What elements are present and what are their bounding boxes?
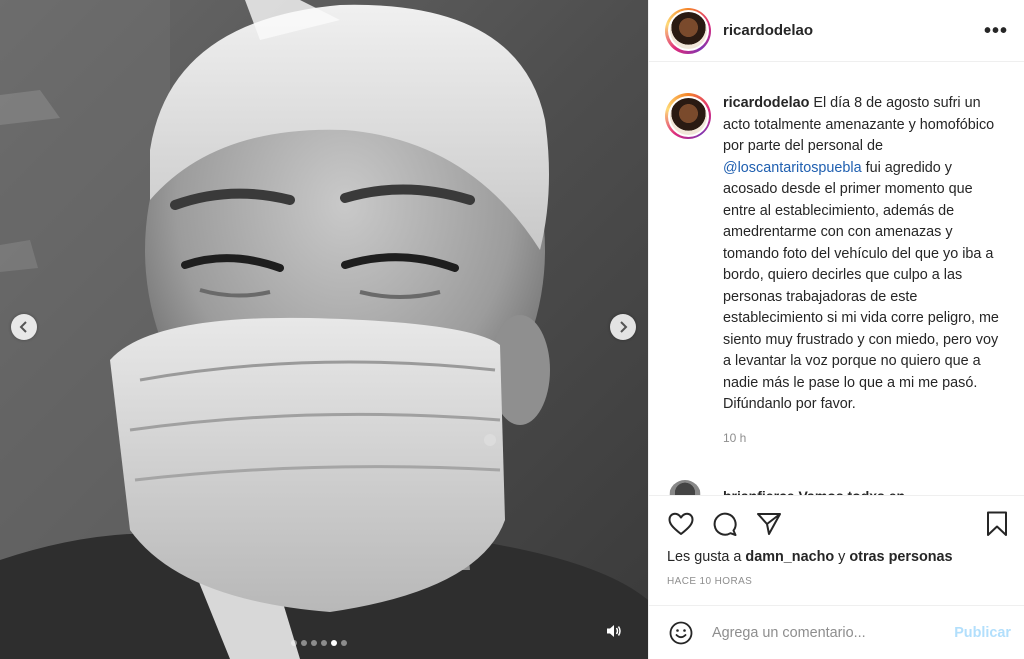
smiley-icon <box>669 621 693 645</box>
post-timestamp[interactable]: HACE 10 HORAS <box>649 576 1024 587</box>
comment-icon <box>713 512 737 536</box>
share-button[interactable] <box>755 510 783 538</box>
carousel-next-button[interactable] <box>610 314 636 340</box>
add-comment-bar: Publicar <box>649 605 1024 659</box>
emoji-button[interactable] <box>667 619 695 647</box>
send-icon <box>757 513 781 535</box>
bookmark-icon <box>987 511 1007 536</box>
mention-link[interactable]: @loscantaritospuebla <box>723 160 862 176</box>
carousel-dot <box>331 640 337 646</box>
header-username[interactable]: ricardodelao <box>723 22 984 39</box>
carousel-dot <box>311 640 317 646</box>
publish-button[interactable]: Publicar <box>954 625 1011 641</box>
post-photo <box>0 0 648 659</box>
caption-username[interactable]: ricardodelao <box>723 95 809 111</box>
liker-username[interactable]: damn_nacho <box>745 549 834 565</box>
more-options-icon[interactable]: ••• <box>984 21 1008 41</box>
post-media[interactable] <box>0 0 648 659</box>
caption-timestamp[interactable]: 10 h <box>723 428 1008 450</box>
likes-summary: Les gusta a damn_nacho y otras personas <box>667 549 953 565</box>
save-button[interactable] <box>983 510 1011 538</box>
carousel-dot <box>321 640 327 646</box>
carousel-prev-button[interactable] <box>11 314 37 340</box>
post-header: ricardodelao ••• <box>649 0 1024 62</box>
sound-toggle-button[interactable] <box>600 617 628 645</box>
caption-text: ricardodelao El día 8 de agosto sufri un… <box>723 95 999 412</box>
comment-input[interactable] <box>712 625 955 641</box>
post-panel: ricardodelao ••• ricardodelao El día 8 d… <box>648 0 1024 659</box>
comments-area: ricardodelao El día 8 de agosto sufri un… <box>649 62 1024 495</box>
speaker-icon <box>607 625 621 637</box>
carousel-dot <box>301 640 307 646</box>
caption-avatar[interactable] <box>665 93 711 139</box>
carousel-dot <box>291 640 297 646</box>
avatar[interactable] <box>665 7 711 54</box>
chevron-left-icon <box>19 321 27 333</box>
other-likers-link[interactable]: otras personas <box>849 549 952 565</box>
action-bar <box>649 496 1024 552</box>
carousel-dot <box>341 640 347 646</box>
comment-button[interactable] <box>711 510 739 538</box>
heart-icon <box>668 512 694 535</box>
chevron-right-icon <box>620 321 628 333</box>
actions-section: Les gusta a damn_nacho y otras personas … <box>649 495 1024 659</box>
caption: ricardodelao El día 8 de agosto sufri un… <box>649 62 1024 449</box>
like-button[interactable] <box>667 510 695 538</box>
avatar-image <box>669 12 707 49</box>
carousel-indicator <box>291 640 347 646</box>
